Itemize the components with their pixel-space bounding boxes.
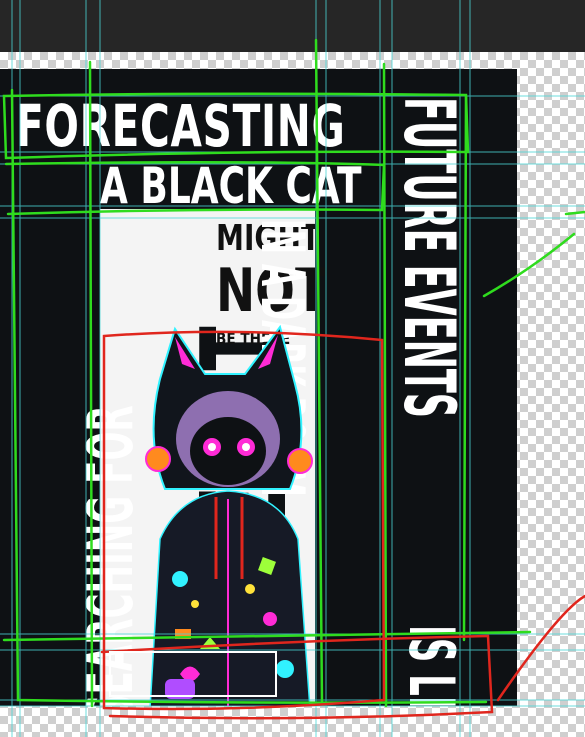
- vertical-text-is-like: IS LIKE: [395, 625, 468, 706]
- vertical-text-future-events: FUTURE EVENTS: [388, 97, 470, 418]
- poster-artwork[interactable]: THE CAT FORECASTING A BLACK CAT MIGHT NO…: [0, 69, 517, 706]
- headline-a-black-cat: A BLACK CAT: [100, 157, 362, 215]
- headline-forecasting: FORECASTING: [16, 92, 346, 160]
- editor-top-bar: [0, 0, 585, 52]
- neon-cat-illustration: [145, 324, 313, 706]
